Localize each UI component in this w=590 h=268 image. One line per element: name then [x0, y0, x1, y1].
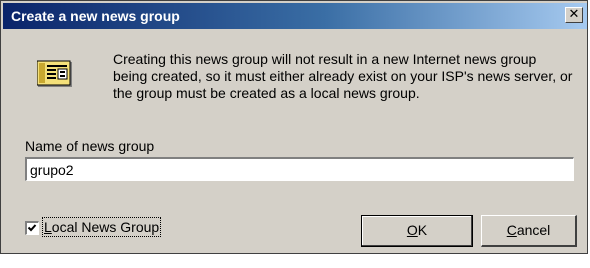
- close-button[interactable]: ✕: [565, 7, 583, 23]
- name-label: Name of news group: [25, 138, 155, 154]
- close-icon: ✕: [568, 7, 580, 22]
- news-group-name-input[interactable]: [25, 157, 574, 181]
- local-news-group-checkbox[interactable]: [25, 221, 39, 235]
- title-bar[interactable]: Create a new news group ✕: [3, 3, 587, 29]
- ok-button[interactable]: OK: [361, 215, 473, 247]
- checkmark-icon: [27, 224, 37, 232]
- create-news-group-dialog: Create a new news group ✕ Creating this …: [0, 0, 588, 254]
- cancel-button[interactable]: Cancel: [481, 215, 577, 247]
- news-group-icon: [37, 60, 72, 87]
- local-news-group-label: Local News Group: [41, 217, 162, 237]
- dialog-title: Create a new news group: [11, 8, 180, 24]
- info-message: Creating this news group will not result…: [113, 51, 573, 101]
